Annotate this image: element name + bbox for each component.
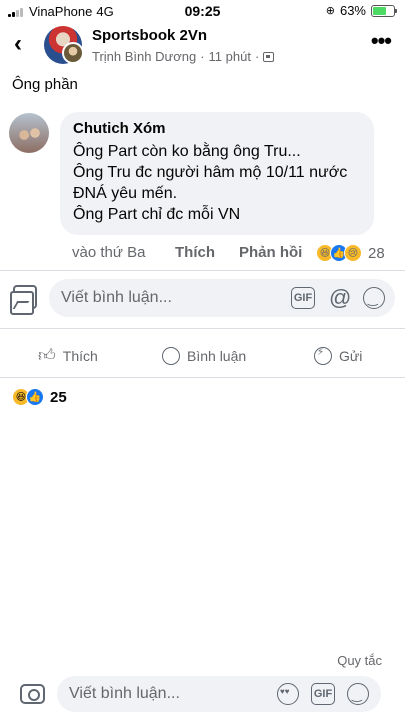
status-right: ⊕ 63% bbox=[325, 3, 397, 18]
status-bar: VinaPhone 4G 09:25 ⊕ 63% bbox=[0, 0, 405, 22]
post-send-label: Gửi bbox=[339, 348, 363, 364]
meta-separator: · bbox=[200, 49, 205, 64]
alarm-icon: ⊕ bbox=[325, 5, 335, 17]
divider bbox=[0, 328, 405, 329]
gif-button[interactable]: GIF bbox=[291, 287, 315, 309]
post-like-button[interactable]: 👍︎ Thích bbox=[38, 347, 98, 364]
comment-bubble[interactable]: Chutich Xóm Ông Part còn ko bằng ông Tru… bbox=[60, 112, 374, 235]
comment-line: Ông Tru đc người hâm mộ 10/11 nước bbox=[73, 164, 348, 181]
author-avatar bbox=[62, 42, 84, 64]
commenter-avatar[interactable] bbox=[9, 113, 49, 153]
messenger-icon bbox=[314, 347, 332, 365]
post-text: Ông phần bbox=[12, 76, 78, 93]
post-comment-label: Bình luận bbox=[187, 348, 247, 364]
sticker-icon[interactable] bbox=[277, 683, 299, 705]
comment-reaction-count: 28 bbox=[368, 244, 385, 262]
comment-actions: vào thứ Ba Thích Phản hồi 😆 👍 😢 28 bbox=[72, 244, 394, 264]
post-actions: 👍︎ Thích Bình luận Gửi bbox=[0, 339, 405, 377]
post-send-button[interactable]: Gửi bbox=[314, 347, 362, 365]
divider bbox=[0, 270, 405, 271]
comment-line: ĐNÁ yêu mến. bbox=[73, 185, 178, 202]
meta-separator: · bbox=[254, 49, 260, 64]
post-time[interactable]: 11 phút bbox=[209, 49, 251, 64]
post-meta: Trịnh Bình Dương · 11 phút · bbox=[92, 49, 275, 64]
comment-reply-button[interactable]: Phản hồi bbox=[239, 244, 302, 261]
divider bbox=[0, 377, 405, 378]
bottom-composer[interactable]: GIF bbox=[57, 676, 381, 712]
bottom-comment-input[interactable] bbox=[69, 676, 269, 712]
comment-line: Ông Part chỉ đc mỗi VN bbox=[73, 206, 241, 223]
group-name[interactable]: Sportsbook 2Vn bbox=[92, 27, 207, 44]
comment-time: vào thứ Ba bbox=[72, 244, 146, 261]
rules-link[interactable]: Quy tắc bbox=[337, 653, 382, 668]
post-comment-button[interactable]: Bình luận bbox=[162, 347, 246, 365]
group-avatar[interactable] bbox=[44, 26, 84, 66]
gif-button[interactable]: GIF bbox=[311, 683, 335, 705]
chevron-left-icon[interactable]: ‹ bbox=[14, 32, 22, 56]
post-like-label: Thích bbox=[62, 347, 98, 364]
comment-reactions[interactable]: 😆 👍 😢 28 bbox=[316, 244, 385, 262]
author-name[interactable]: Trịnh Bình Dương bbox=[92, 49, 196, 64]
thumbs-up-icon: 👍︎ bbox=[38, 346, 56, 365]
comment-composer[interactable]: GIF @ bbox=[49, 279, 395, 317]
photo-icon[interactable] bbox=[10, 285, 37, 315]
more-horizontal-icon[interactable]: ••• bbox=[371, 30, 392, 52]
group-icon bbox=[263, 51, 275, 62]
comment-line: Ông Part còn ko bằng ông Tru... bbox=[73, 143, 301, 160]
post-reaction-count: 25 bbox=[50, 388, 67, 406]
comment-like-button[interactable]: Thích bbox=[175, 244, 215, 261]
emoji-icon[interactable] bbox=[347, 683, 369, 705]
mention-button[interactable]: @ bbox=[329, 287, 351, 309]
post-header: ‹ Sportsbook 2Vn Trịnh Bình Dương · 11 p… bbox=[0, 22, 405, 68]
battery-icon bbox=[371, 4, 397, 17]
comment-input[interactable] bbox=[61, 279, 281, 317]
post-reactions[interactable]: 😆 👍 25 bbox=[12, 388, 67, 406]
comment-author[interactable]: Chutich Xóm bbox=[73, 120, 362, 137]
comment-icon bbox=[162, 347, 180, 365]
sad-reaction-icon: 😢 bbox=[344, 244, 362, 262]
like-reaction-icon: 👍 bbox=[26, 388, 44, 406]
emoji-icon[interactable] bbox=[363, 287, 385, 309]
battery-percent: 63% bbox=[339, 3, 366, 18]
camera-icon[interactable] bbox=[20, 684, 45, 704]
